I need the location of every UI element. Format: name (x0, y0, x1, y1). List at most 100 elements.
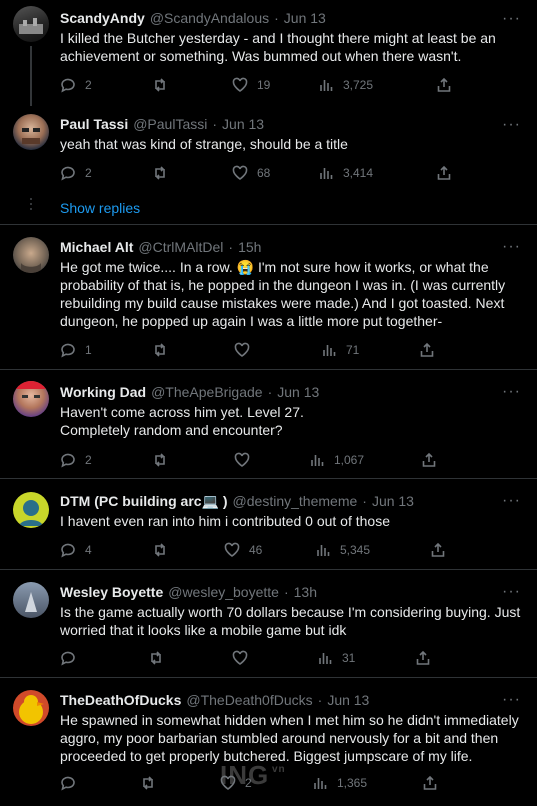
user-handle[interactable]: @destiny_thememe (233, 493, 358, 509)
share-button[interactable] (430, 542, 446, 558)
avatar[interactable] (13, 114, 49, 150)
display-name[interactable]: TheDeathOfDucks (60, 692, 181, 708)
user-handle[interactable]: @TheApeBrigade (151, 384, 263, 400)
views-button[interactable]: 71 (321, 342, 419, 358)
avatar[interactable] (13, 582, 49, 618)
separator: · (212, 116, 218, 132)
reply-button[interactable]: 1 (60, 342, 152, 358)
share-icon (423, 775, 437, 790)
tweet[interactable]: TheDeathOfDucks @TheDeath0fDucks · Jun 1… (0, 678, 537, 805)
more-options-icon[interactable]: ··· (502, 117, 521, 133)
more-options-icon[interactable]: ··· (502, 692, 521, 708)
reply-icon (61, 343, 75, 358)
more-options-icon[interactable]: ··· (502, 239, 521, 255)
timestamp[interactable]: 15h (238, 239, 261, 255)
avatar-image-icon (25, 592, 37, 612)
heart-icon (224, 542, 240, 557)
retweet-button[interactable] (152, 542, 224, 558)
tweet[interactable]: Wesley Boyette @wesley_boyette · 13h Is … (0, 570, 537, 678)
reply-button[interactable]: 2 (60, 165, 152, 181)
display-name[interactable]: Working Dad (60, 384, 146, 400)
views-icon (320, 80, 333, 91)
more-options-icon[interactable]: ··· (502, 384, 521, 400)
timestamp[interactable]: Jun 13 (222, 116, 264, 132)
retweet-button[interactable] (140, 775, 220, 791)
retweet-button[interactable] (152, 452, 234, 468)
user-handle[interactable]: @PaulTassi (133, 116, 207, 132)
separator: · (317, 692, 323, 708)
reply-icon (61, 651, 75, 666)
display-name[interactable]: Michael Alt (60, 239, 133, 255)
like-button[interactable] (234, 342, 321, 358)
timestamp[interactable]: Jun 13 (372, 493, 414, 509)
more-options-icon[interactable]: ··· (502, 11, 521, 27)
share-button[interactable] (422, 775, 438, 791)
user-handle[interactable]: @wesley_boyette (168, 584, 279, 600)
display-name[interactable]: ScandyAndy (60, 10, 145, 26)
tweet[interactable]: Michael Alt @CtrlMAltDel · 15h He got me… (0, 225, 537, 370)
views-button[interactable]: 3,725 (318, 77, 436, 93)
retweet-button[interactable] (148, 650, 232, 666)
user-handle[interactable]: @TheDeath0fDucks (186, 692, 312, 708)
tweet[interactable]: Paul Tassi @PaulTassi · Jun 13 yeah that… (0, 100, 537, 225)
retweet-icon (155, 343, 165, 357)
like-button[interactable]: 19 (232, 77, 318, 93)
heart-icon (232, 650, 248, 665)
more-options-icon[interactable]: ··· (502, 493, 521, 509)
reply-button[interactable] (60, 650, 148, 666)
views-button[interactable]: 3,414 (318, 165, 436, 181)
avatar[interactable] (13, 492, 49, 528)
timestamp[interactable]: Jun 13 (327, 692, 369, 708)
like-count: 19 (257, 78, 271, 92)
like-button[interactable] (234, 452, 309, 468)
like-button[interactable]: 46 (224, 542, 315, 558)
retweet-button[interactable] (152, 165, 232, 181)
view-count: 1,365 (337, 776, 368, 790)
avatar[interactable] (13, 690, 49, 726)
like-button[interactable] (232, 650, 317, 666)
share-icon (437, 165, 451, 180)
avatar[interactable] (13, 381, 49, 417)
views-button[interactable]: 31 (317, 650, 415, 666)
reply-button[interactable]: 4 (60, 542, 152, 558)
like-button[interactable]: 2 (220, 775, 312, 791)
user-handle[interactable]: @ScandyAndalous (150, 10, 269, 26)
views-button[interactable]: 5,345 (315, 542, 430, 558)
views-icon (319, 653, 332, 664)
reply-button[interactable]: 2 (60, 452, 152, 468)
views-button[interactable]: 1,365 (312, 775, 422, 791)
timestamp[interactable]: Jun 13 (284, 10, 326, 26)
display-name[interactable]: DTM (PC building arc💻 ) (60, 493, 228, 510)
share-button[interactable] (421, 452, 437, 468)
retweet-button[interactable] (152, 342, 234, 358)
tweet[interactable]: DTM (PC building arc💻 ) @destiny_thememe… (0, 479, 537, 570)
heart-icon (234, 452, 250, 467)
show-replies-link[interactable]: Show replies (60, 200, 140, 216)
timestamp[interactable]: 13h (294, 584, 317, 600)
reply-button[interactable] (60, 775, 140, 791)
tweet[interactable]: ScandyAndy @ScandyAndalous · Jun 13 I ki… (0, 0, 537, 106)
heart-icon (232, 77, 248, 92)
separator: · (267, 384, 273, 400)
tweet[interactable]: Working Dad @TheApeBrigade · Jun 13 Have… (0, 370, 537, 790)
display-name[interactable]: Paul Tassi (60, 116, 128, 132)
avatar[interactable] (13, 237, 49, 273)
like-count: 68 (257, 166, 271, 180)
more-options-icon[interactable]: ··· (502, 584, 521, 600)
view-count: 1,067 (334, 453, 365, 467)
user-handle[interactable]: @CtrlMAltDel (138, 239, 223, 255)
share-button[interactable] (419, 342, 435, 358)
display-name[interactable]: Wesley Boyette (60, 584, 163, 600)
share-icon (422, 452, 436, 467)
avatar[interactable] (13, 6, 49, 42)
views-button[interactable]: 1,067 (309, 452, 421, 468)
retweet-button[interactable] (152, 77, 232, 93)
share-button[interactable] (415, 650, 431, 666)
share-button[interactable] (436, 165, 452, 181)
reply-button[interactable]: 2 (60, 77, 152, 93)
tweet-text: He spawned in somewhat hidden when I met… (60, 712, 519, 764)
reply-icon (61, 78, 75, 93)
share-button[interactable] (436, 77, 452, 93)
like-button[interactable]: 68 (232, 165, 318, 181)
timestamp[interactable]: Jun 13 (277, 384, 319, 400)
